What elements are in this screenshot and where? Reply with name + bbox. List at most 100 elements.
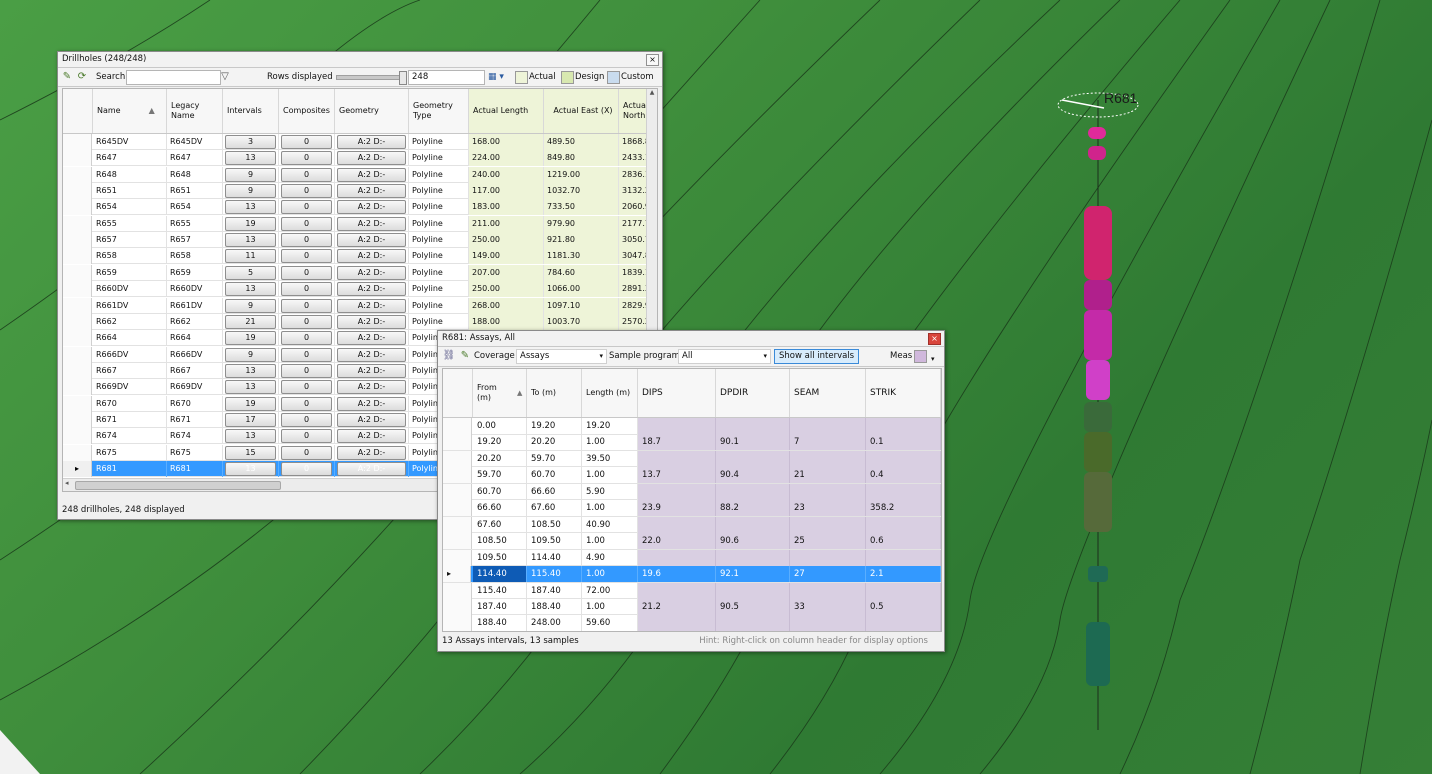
cell-geometry[interactable]: A:2 D:- xyxy=(335,461,409,477)
table-row[interactable]: ▸ 114.40 115.40 1.00 19.6 92.1 27 2.1 xyxy=(443,566,941,583)
table-row[interactable]: R654 R654 13 0 A:2 D:- Polyline 183.00 733.50 20… xyxy=(63,199,657,216)
col-header-legacy-name[interactable]: Legacy Name xyxy=(167,89,223,133)
cell-composites[interactable]: 0 xyxy=(279,150,335,167)
cell-composites[interactable]: 0 xyxy=(279,248,335,265)
col-header-actual-length[interactable]: Actual Length xyxy=(469,89,544,133)
cell-composites[interactable]: 0 xyxy=(279,313,335,330)
cell-geometry[interactable]: A:2 D:- xyxy=(335,215,409,232)
cell-composites[interactable]: 0 xyxy=(279,215,335,232)
table-row[interactable]: R660DV R660DV 13 0 A:2 D:- Polyline 250.00 1066… xyxy=(63,281,657,298)
cell-geometry[interactable]: A:2 D:- xyxy=(335,232,409,249)
col-header-to[interactable]: To (m) xyxy=(527,369,582,417)
row-selector[interactable] xyxy=(63,395,92,412)
cell-composites[interactable]: 0 xyxy=(279,411,335,428)
row-selector[interactable] xyxy=(63,215,92,232)
row-selector[interactable] xyxy=(443,598,472,615)
composites-button[interactable]: 0 xyxy=(281,233,332,248)
table-row[interactable]: R647 R647 13 0 A:2 D:- Polyline 224.00 849.80 24… xyxy=(63,150,657,167)
rows-displayed-slider[interactable] xyxy=(336,71,407,85)
cell-geometry[interactable]: A:2 D:- xyxy=(335,330,409,347)
composites-button[interactable]: 0 xyxy=(281,347,332,362)
row-selector[interactable] xyxy=(63,362,92,379)
intervals-button[interactable]: 13 xyxy=(225,380,276,395)
table-row[interactable]: 20.20 59.70 39.50 xyxy=(443,450,941,468)
cell-geometry[interactable]: A:2 D:- xyxy=(335,444,409,461)
cell-intervals[interactable]: 13 xyxy=(223,362,279,379)
col-header-name[interactable]: Name ▲ xyxy=(93,89,167,133)
cell-intervals[interactable]: 13 xyxy=(223,281,279,298)
intervals-button[interactable]: 21 xyxy=(225,314,276,329)
table-row[interactable]: 60.70 66.60 5.90 xyxy=(443,483,941,501)
col-header-composites[interactable]: Composites xyxy=(279,89,335,133)
rows-displayed-input[interactable]: 248 xyxy=(408,70,485,85)
cell-intervals[interactable]: 5 xyxy=(223,264,279,281)
cell-composites[interactable]: 0 xyxy=(279,281,335,298)
cell-geometry[interactable]: A:2 D:- xyxy=(335,428,409,445)
composites-button[interactable]: 0 xyxy=(281,363,332,378)
table-row[interactable]: 109.50 114.40 4.90 xyxy=(443,549,941,567)
row-selector[interactable] xyxy=(63,150,92,167)
cell-intervals[interactable]: 11 xyxy=(223,248,279,265)
cell-composites[interactable]: 0 xyxy=(279,362,335,379)
table-row[interactable]: 19.20 20.20 1.00 18.7 90.1 7 0.1 xyxy=(443,434,941,451)
table-row[interactable]: R657 R657 13 0 A:2 D:- Polyline 250.00 921.80 30… xyxy=(63,232,657,249)
assays-titlebar[interactable]: R681: Assays, All × xyxy=(438,331,944,347)
rows-slider-thumb[interactable] xyxy=(399,71,407,85)
col-header-dips[interactable]: DIPS xyxy=(638,369,716,417)
col-header-seam[interactable]: SEAM xyxy=(790,369,866,417)
row-selector[interactable] xyxy=(63,281,92,298)
row-selector[interactable] xyxy=(443,500,472,517)
geometry-button[interactable]: A:2 D:- xyxy=(337,167,406,182)
coverage-select[interactable]: Assays ▾ xyxy=(516,349,607,364)
cell-intervals[interactable]: 3 xyxy=(223,134,279,150)
geometry-button[interactable]: A:2 D:- xyxy=(337,282,406,297)
design-legend[interactable]: Design xyxy=(575,70,604,84)
geometry-button[interactable]: A:2 D:- xyxy=(337,314,406,329)
table-row[interactable]: 188.40 248.00 59.60 xyxy=(443,615,941,631)
geometry-button[interactable]: A:2 D:- xyxy=(337,380,406,395)
cell-composites[interactable]: 0 xyxy=(279,166,335,183)
cell-geometry[interactable]: A:2 D:- xyxy=(335,362,409,379)
cell-composites[interactable]: 0 xyxy=(279,264,335,281)
intervals-button[interactable]: 3 xyxy=(225,135,276,149)
intervals-button[interactable]: 13 xyxy=(225,151,276,166)
composites-button[interactable]: 0 xyxy=(281,282,332,297)
cell-geometry[interactable]: A:2 D:- xyxy=(335,411,409,428)
row-selector[interactable] xyxy=(443,615,472,631)
column-options-dropdown[interactable]: ▦ ▾ xyxy=(488,70,510,84)
table-row[interactable]: R661DV R661DV 9 0 A:2 D:- Polyline 268.00 1097.… xyxy=(63,297,657,314)
cell-intervals[interactable]: 13 xyxy=(223,150,279,167)
cell-composites[interactable]: 0 xyxy=(279,428,335,445)
actual-legend[interactable]: Actual xyxy=(529,70,556,84)
intervals-button[interactable]: 19 xyxy=(225,396,276,411)
intervals-button[interactable]: 19 xyxy=(225,216,276,231)
cell-composites[interactable]: 0 xyxy=(279,346,335,363)
cell-geometry[interactable]: A:2 D:- xyxy=(335,379,409,396)
col-header-actual-east[interactable]: Actual East (X) xyxy=(544,89,619,133)
cell-intervals[interactable]: 9 xyxy=(223,183,279,200)
intervals-button[interactable]: 15 xyxy=(225,445,276,460)
geometry-button[interactable]: A:2 D:- xyxy=(337,429,406,444)
col-header-from[interactable]: From (m) ▲ xyxy=(473,369,527,417)
row-selector[interactable] xyxy=(63,379,92,396)
geometry-button[interactable]: A:2 D:- xyxy=(337,233,406,248)
row-selector[interactable] xyxy=(443,549,472,566)
table-row[interactable]: 59.70 60.70 1.00 13.7 90.4 21 0.4 xyxy=(443,467,941,484)
col-header-length[interactable]: Length (m) xyxy=(582,369,638,417)
row-selector[interactable] xyxy=(63,183,92,200)
cell-geometry[interactable]: A:2 D:- xyxy=(335,281,409,298)
cell-intervals[interactable]: 21 xyxy=(223,313,279,330)
col-header-dpdir[interactable]: DPDIR xyxy=(716,369,790,417)
intervals-button[interactable]: 5 xyxy=(225,265,276,280)
intervals-button[interactable]: 13 xyxy=(225,363,276,378)
composites-button[interactable]: 0 xyxy=(281,396,332,411)
cell-geometry[interactable]: A:2 D:- xyxy=(335,150,409,167)
composites-button[interactable]: 0 xyxy=(281,445,332,460)
geometry-button[interactable]: A:2 D:- xyxy=(337,347,406,362)
intervals-button[interactable]: 9 xyxy=(225,298,276,313)
filter-icon[interactable]: ▽ xyxy=(218,70,232,84)
row-selector[interactable] xyxy=(63,313,92,330)
cell-geometry[interactable]: A:2 D:- xyxy=(335,297,409,314)
composites-button[interactable]: 0 xyxy=(281,167,332,182)
composites-button[interactable]: 0 xyxy=(281,184,332,199)
